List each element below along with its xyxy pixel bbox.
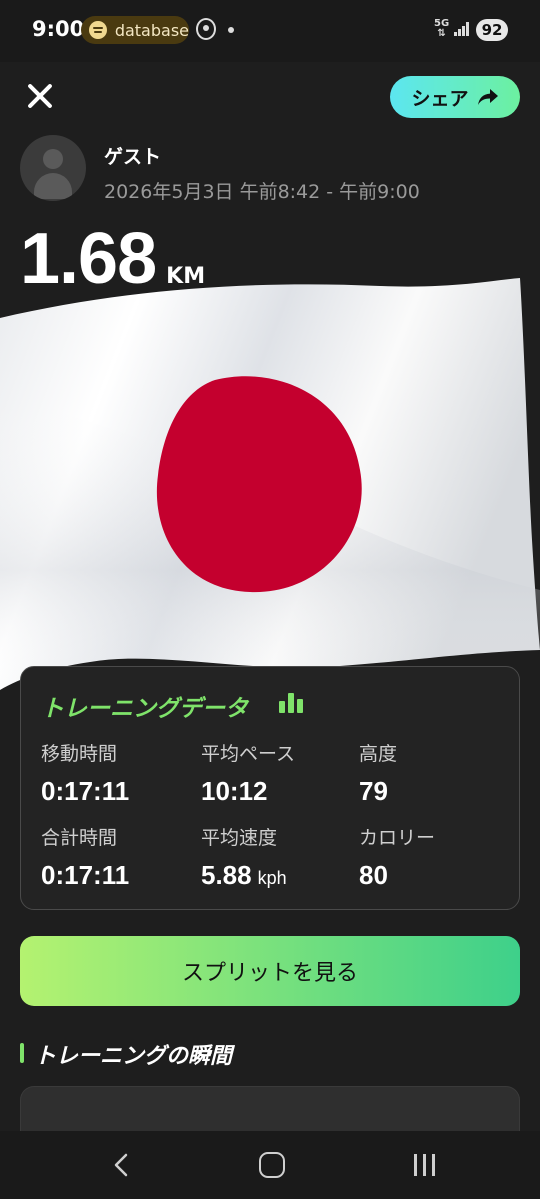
close-icon[interactable] bbox=[24, 80, 56, 112]
stat-value: 0:17:11 bbox=[41, 860, 130, 890]
stat-label: 高度 bbox=[359, 743, 398, 765]
stat-unit: kph bbox=[257, 868, 287, 888]
media-pill[interactable]: database bbox=[81, 16, 189, 44]
training-moments-title: トレーニングの瞬間 bbox=[34, 1044, 233, 1069]
section-accent-bar bbox=[20, 1043, 24, 1063]
stat-elevation: 高度 79 bbox=[359, 739, 397, 807]
stat-value: 80 bbox=[359, 860, 388, 890]
system-nav-bar bbox=[0, 1131, 540, 1199]
workout-date-range: 2026年5月3日 午前8:42 - 午前9:00 bbox=[104, 181, 420, 203]
spotify-icon bbox=[89, 21, 107, 39]
stat-avg-pace: 平均ペース 10:12 bbox=[201, 739, 295, 807]
avatar[interactable] bbox=[20, 135, 86, 201]
training-data-card: トレーニングデータ 移動時間 0:17:11 平均ペース 10:12 高度 79… bbox=[20, 666, 520, 910]
user-name: ゲスト bbox=[104, 146, 162, 168]
battery-indicator: 92 bbox=[476, 19, 508, 41]
bar-chart-icon bbox=[279, 691, 305, 713]
notification-icon bbox=[196, 18, 216, 40]
stat-moving-time: 移動時間 0:17:11 bbox=[41, 739, 129, 807]
stat-value: 5.88 bbox=[201, 860, 252, 890]
training-data-title: トレーニングデータ bbox=[41, 696, 248, 722]
home-icon[interactable] bbox=[259, 1152, 285, 1178]
status-time: 9:00 bbox=[32, 17, 85, 41]
share-button[interactable]: シェア bbox=[390, 76, 520, 118]
view-splits-button[interactable]: スプリットを見る bbox=[20, 936, 520, 1006]
signal-icon bbox=[454, 22, 470, 36]
back-icon[interactable] bbox=[110, 1153, 134, 1177]
stat-label: 合計時間 bbox=[41, 827, 118, 849]
share-arrow-icon bbox=[477, 89, 498, 105]
stat-value: 10:12 bbox=[201, 776, 268, 806]
stat-label: カロリー bbox=[359, 827, 436, 849]
network-indicator: 5G ⇅ bbox=[434, 18, 450, 39]
stat-value: 0:17:11 bbox=[41, 776, 130, 806]
network-type: 5G bbox=[434, 18, 450, 29]
japan-flag-image bbox=[0, 278, 540, 690]
stat-value: 79 bbox=[359, 776, 388, 806]
stat-label: 平均ペース bbox=[201, 743, 296, 765]
stat-total-time: 合計時間 0:17:11 bbox=[41, 823, 129, 891]
stat-label: 移動時間 bbox=[41, 743, 118, 765]
share-label: シェア bbox=[411, 87, 469, 110]
stat-label: 平均速度 bbox=[201, 827, 278, 849]
status-bar: 9:00 database 5G ⇅ 92 bbox=[0, 0, 540, 62]
stat-avg-speed: 平均速度 5.88 kph bbox=[201, 823, 287, 891]
stat-calories: カロリー 80 bbox=[359, 823, 435, 891]
recent-apps-icon[interactable] bbox=[412, 1154, 436, 1176]
notification-dot-icon bbox=[228, 27, 234, 33]
stat-value-wrap: 5.88 kph bbox=[201, 860, 287, 891]
media-app-label: database bbox=[114, 20, 189, 40]
